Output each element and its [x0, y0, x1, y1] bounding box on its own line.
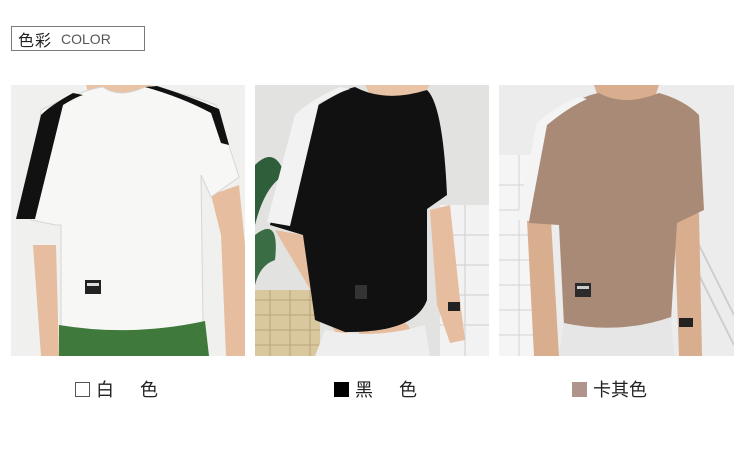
swatch-black-icon: [334, 381, 349, 397]
label-khaki: 卡其色: [593, 380, 647, 401]
swatch-label-white[interactable]: 白 色: [75, 377, 158, 401]
header-title-cn: 色彩: [18, 30, 53, 50]
product-image-khaki[interactable]: [499, 85, 734, 356]
swatch-label-khaki[interactable]: 卡其色: [572, 377, 647, 401]
swatch-khaki-icon: [572, 381, 587, 397]
swatch-white-icon: [75, 381, 90, 397]
label-black-b: 色: [399, 380, 417, 401]
product-image-white[interactable]: [11, 85, 245, 356]
header-title-en: COLOR: [61, 30, 111, 47]
label-white-b: 色: [140, 380, 158, 401]
color-section-header: 色彩 COLOR: [11, 26, 145, 51]
label-black-a: 黑: [355, 380, 373, 401]
swatch-label-black[interactable]: 黑 色: [334, 377, 417, 401]
product-image-black[interactable]: [255, 85, 489, 356]
label-white-a: 白: [96, 380, 114, 401]
